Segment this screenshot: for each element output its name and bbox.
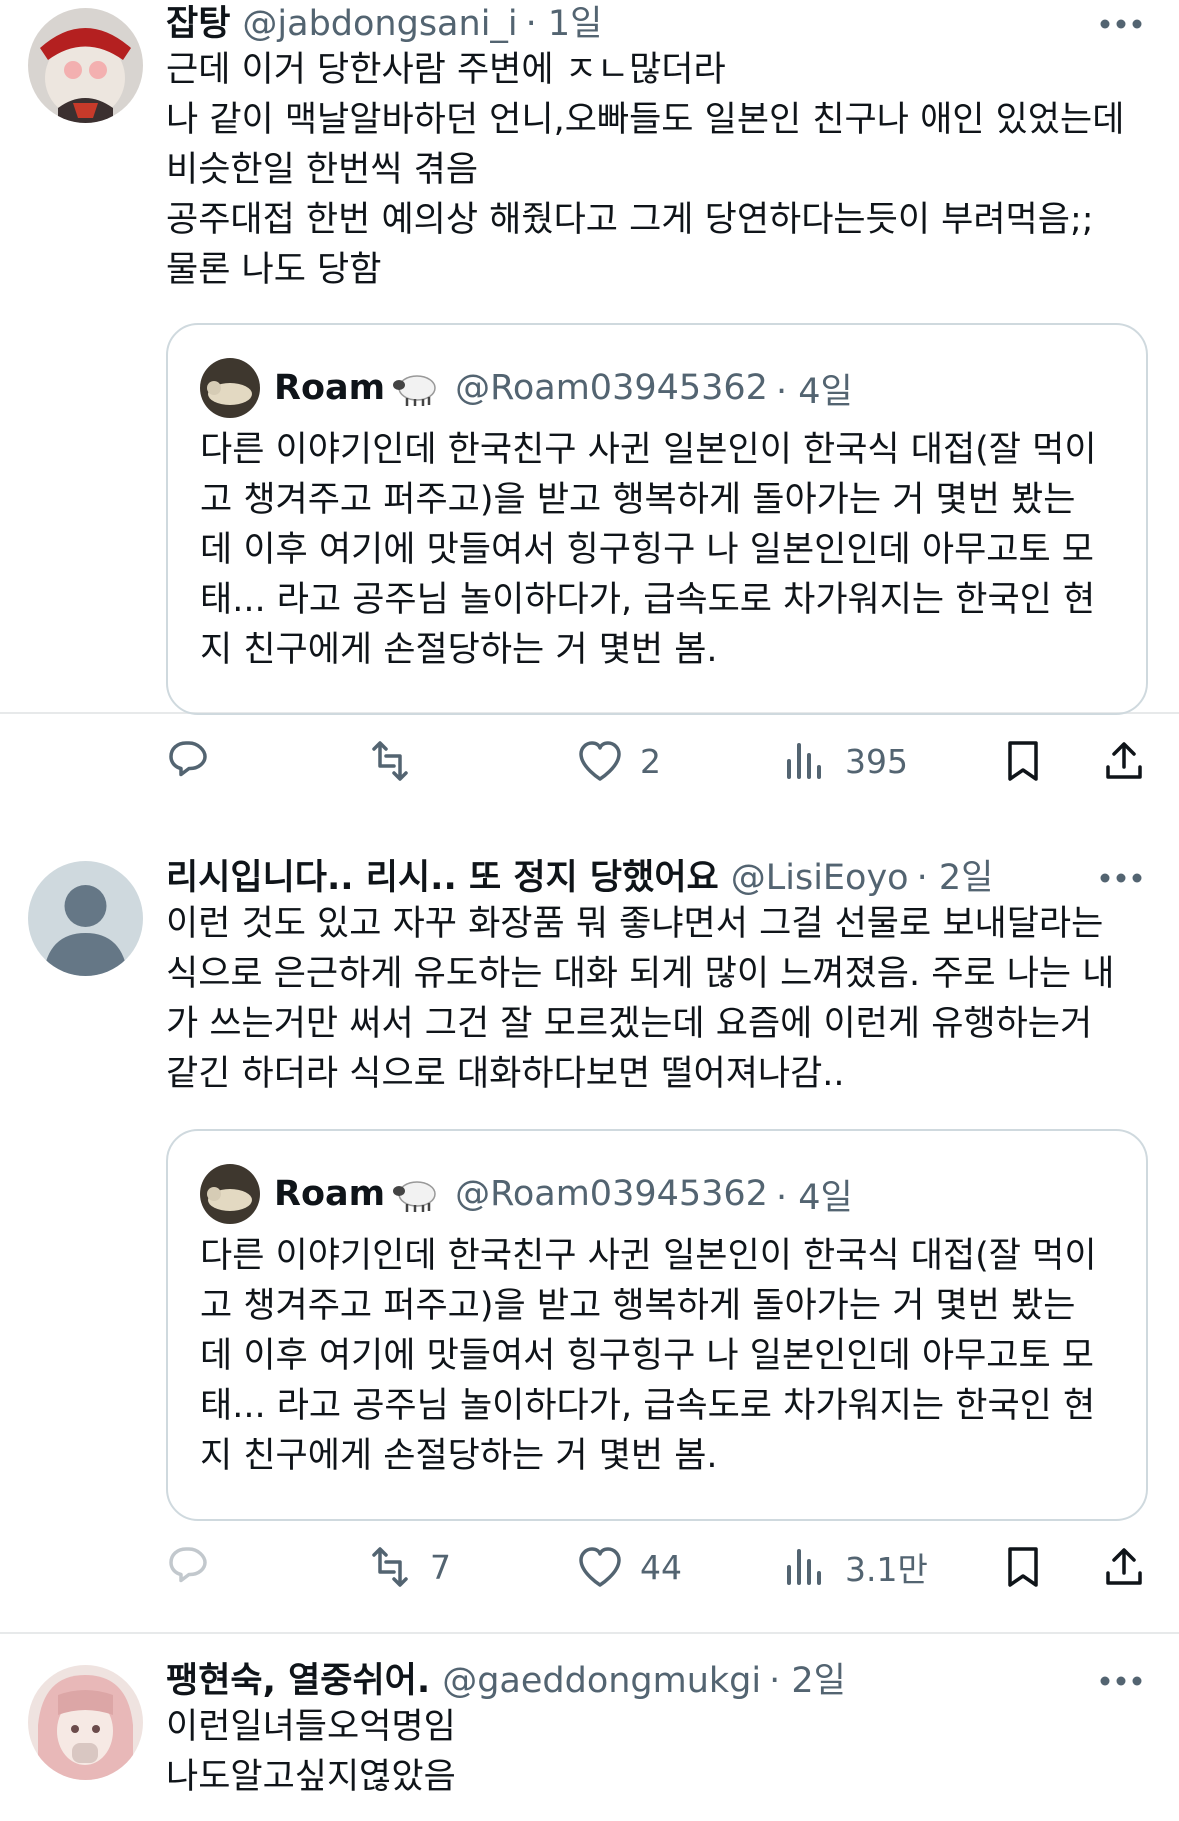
heart-icon <box>579 1547 621 1587</box>
quoted-timestamp: · 4일 <box>775 371 853 412</box>
more-horizontal-icon[interactable] <box>1099 1675 1143 1687</box>
reply-button[interactable] <box>166 1539 230 1595</box>
heart-icon <box>579 741 621 781</box>
bookmark-button[interactable] <box>999 1539 1047 1595</box>
timestamp[interactable]: · 2일 <box>917 854 994 902</box>
timestamp[interactable]: · 2일 <box>769 1657 846 1705</box>
quoted-avatar <box>200 358 260 418</box>
tweet[interactable]: 잡탕 @jabdongsani_i · 1일 근데 이거 당한사람 주변에 ㅈㄴ… <box>0 0 1179 781</box>
quoted-tweet-header: Roam @Roam03945362 · 4일 <box>200 1163 1126 1225</box>
like-button[interactable]: 2 <box>576 733 661 789</box>
bookmark-icon <box>1008 1547 1038 1587</box>
handle[interactable]: @gaeddongmukgi <box>442 1657 761 1705</box>
reply-button[interactable] <box>166 733 230 789</box>
quoted-tweet-header: Roam @Roam03945362 · 4일 <box>200 357 1126 419</box>
share-button[interactable] <box>1100 1539 1148 1595</box>
display-name[interactable]: 잡탕 <box>166 0 230 48</box>
quoted-tweet-text: 다른 이야기인데 한국친구 사귄 일본인이 한국식 대접(잘 먹이 고 챙겨주고… <box>200 1236 1097 1476</box>
quoted-handle: @Roam03945362 <box>455 368 768 408</box>
sheep-emoji-icon <box>391 1174 441 1214</box>
tweet-text: 이런일녀들오억명임 나도알고싶지엲았음 <box>166 1707 456 1797</box>
retweet-count: 7 <box>430 1547 451 1587</box>
like-button[interactable]: 44 <box>576 1539 682 1595</box>
tweet-text: 근데 이거 당한사람 주변에 ㅈㄴ많더라 나 같이 맥날알바하던 언니,오빠들도… <box>166 50 1125 290</box>
tweet-actions: 7 44 3.1만 <box>166 1539 1156 1595</box>
display-name[interactable]: 리시입니다.. 리시.. 또 정지 당했어요 <box>166 854 719 902</box>
views-button[interactable]: 3.1만 <box>781 1539 928 1595</box>
retweet-icon <box>372 741 408 781</box>
reply-bubble-icon <box>169 1547 207 1583</box>
quoted-tweet[interactable]: Roam @Roam03945362 · 4일 다른 이야기인데 한국친구 사귄… <box>166 323 1148 715</box>
avatar[interactable] <box>28 861 143 976</box>
quoted-handle: @Roam03945362 <box>455 1174 768 1214</box>
retweet-icon <box>372 1547 408 1587</box>
bookmark-button[interactable] <box>999 733 1047 789</box>
quoted-display-name: Roam <box>274 1174 386 1214</box>
tweet-actions: 2 395 <box>166 733 1156 789</box>
view-count: 3.1만 <box>845 1550 928 1589</box>
quoted-display-name: Roam <box>274 368 386 408</box>
bookmark-icon <box>1008 741 1038 781</box>
quoted-tweet-text: 다른 이야기인데 한국친구 사귄 일본인이 한국식 대접(잘 먹이 고 챙겨주고… <box>200 430 1097 670</box>
share-upload-icon <box>1106 742 1142 779</box>
tweet-text: 이런 것도 있고 자꾸 화장품 뭐 좋냐면서 그걸 선물로 보내달라는 식으로 … <box>166 904 1115 1094</box>
tweet-header: 팽현숙, 열중쉬어. @gaeddongmukgi · 2일 <box>166 1657 1151 1705</box>
avatar[interactable] <box>28 8 143 123</box>
views-bar-chart-icon <box>787 743 821 779</box>
tweet-header: 리시입니다.. 리시.. 또 정지 당했어요 @LisiEoyo · 2일 <box>166 854 1151 902</box>
retweet-button[interactable] <box>366 733 430 789</box>
timestamp[interactable]: · 1일 <box>526 0 603 48</box>
tweet[interactable]: 팽현숙, 열중쉬어. @gaeddongmukgi · 2일 이런일녀들오억명임… <box>0 1632 1179 1821</box>
retweet-button[interactable]: 7 <box>366 1539 451 1595</box>
reply-bubble-icon <box>169 741 207 777</box>
view-count: 395 <box>845 741 908 781</box>
quoted-avatar <box>200 1164 260 1224</box>
sheep-emoji-icon <box>391 368 441 408</box>
tweet[interactable]: 리시입니다.. 리시.. 또 정지 당했어요 @LisiEoyo · 2일 이런… <box>0 826 1179 1634</box>
display-name[interactable]: 팽현숙, 열중쉬어. <box>166 1657 430 1705</box>
quoted-tweet[interactable]: Roam @Roam03945362 · 4일 다른 이야기인데 한국친구 사귄… <box>166 1129 1148 1521</box>
handle[interactable]: @jabdongsani_i <box>242 0 517 48</box>
more-horizontal-icon[interactable] <box>1099 872 1143 884</box>
share-button[interactable] <box>1100 733 1148 789</box>
views-bar-chart-icon <box>787 1549 821 1585</box>
tweet-header: 잡탕 @jabdongsani_i · 1일 <box>166 0 1151 48</box>
avatar[interactable] <box>28 1665 143 1780</box>
like-count: 2 <box>640 741 661 781</box>
like-count: 44 <box>640 1547 682 1587</box>
handle[interactable]: @LisiEoyo <box>731 854 909 902</box>
quoted-timestamp: · 4일 <box>775 1177 853 1218</box>
views-button[interactable]: 395 <box>781 733 908 789</box>
share-upload-icon <box>1106 1548 1142 1585</box>
more-horizontal-icon[interactable] <box>1099 18 1143 30</box>
